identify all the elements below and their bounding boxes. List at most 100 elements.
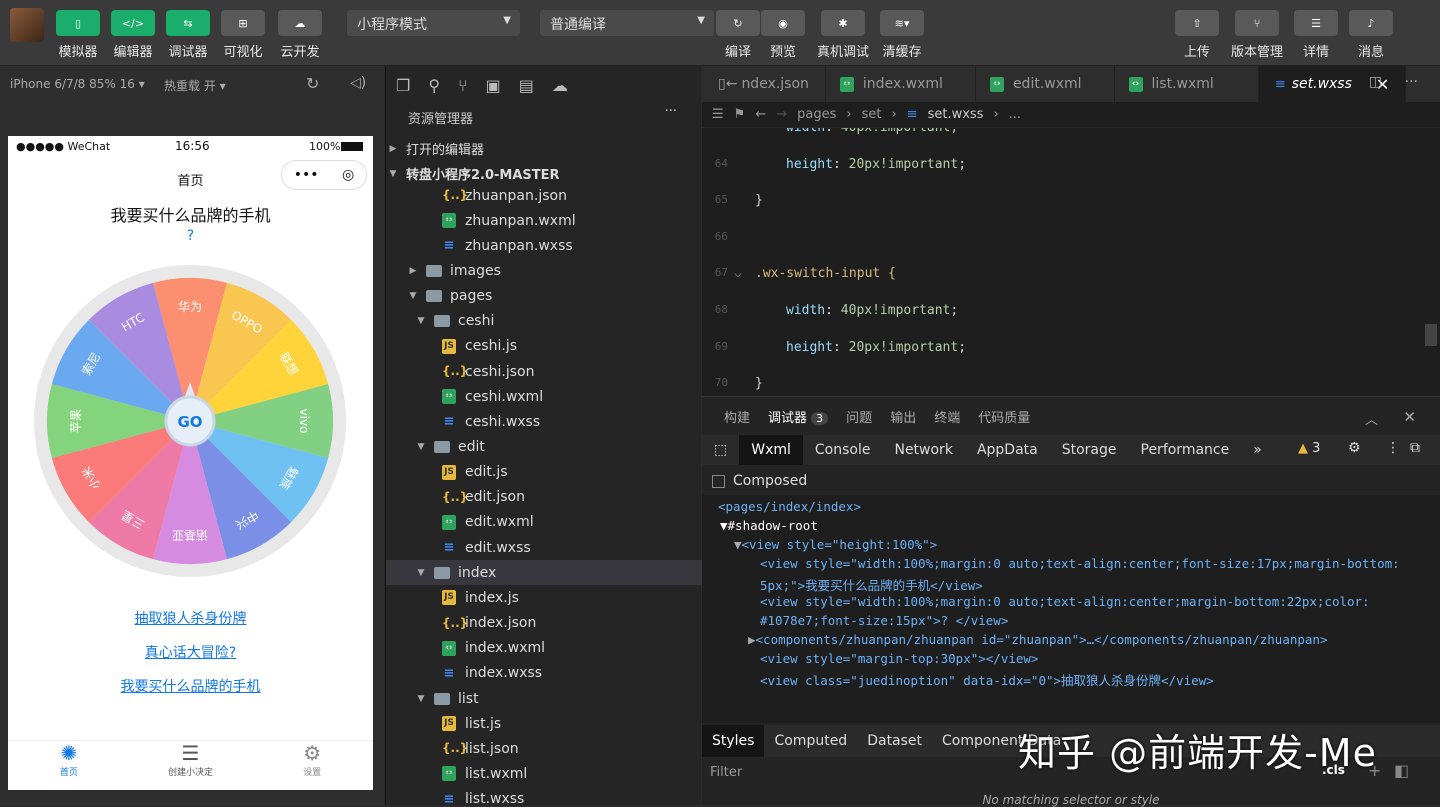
list-item[interactable]: {..} edit.json <box>386 485 702 510</box>
close-icon[interactable]: ✕ <box>1403 408 1416 426</box>
capsule-menu[interactable]: ••• ◎ <box>281 160 367 190</box>
search-icon[interactable]: ⚲ <box>428 76 440 95</box>
list-item[interactable]: {..} ceshi.json <box>386 359 702 384</box>
more-icon[interactable]: ··· <box>1405 74 1418 90</box>
tab-build[interactable]: 构建 <box>724 407 750 426</box>
files-icon[interactable]: ❐ <box>396 76 410 95</box>
list-item[interactable]: ▼ ceshi <box>386 309 702 334</box>
spin-wheel[interactable]: 华为OPPO联想vivo魅族中兴诺基亚三星小米苹果索尼HTC GO <box>33 264 347 578</box>
simulator-button[interactable]: ▯ 模拟器 <box>48 10 108 60</box>
list-item[interactable]: ≡ zhuanpan.wxss <box>386 233 702 258</box>
tab-index-json[interactable]: ▯← ndex.json <box>702 66 826 102</box>
link-werewolf[interactable]: 抽取狼人杀身份牌 <box>8 608 373 628</box>
xml-node[interactable]: <view class="juedinoption" data-idx="0">… <box>760 670 1440 689</box>
tab-dataset[interactable]: Dataset <box>857 725 932 757</box>
cloud-button[interactable]: ☁ 云开发 <box>270 10 330 60</box>
rotate-icon[interactable]: ↻ <box>306 74 319 93</box>
crumb-pages[interactable]: pages <box>797 107 836 122</box>
tab-performance[interactable]: Performance <box>1129 435 1242 465</box>
split-editor-icon[interactable]: ◫ <box>1369 74 1382 90</box>
composed-toggle[interactable]: Composed <box>712 473 807 489</box>
filter-input[interactable]: Filter <box>710 765 742 780</box>
chevron-up-icon[interactable]: ︿ <box>1365 409 1378 428</box>
tab-edit-wxml[interactable]: ‹› edit.wxml <box>976 66 1115 102</box>
tab-set-wxss[interactable]: ≡ set.wxss ✕ <box>1258 66 1407 102</box>
tab-home[interactable]: ✺ 首页 <box>8 741 130 790</box>
list-item[interactable]: ▼ index <box>386 560 702 586</box>
list-item[interactable]: {..} index.json <box>386 611 702 636</box>
list-item[interactable]: ▶ images <box>386 258 702 283</box>
xml-node[interactable]: <view style="width:100%;margin:0 auto;te… <box>760 594 1440 609</box>
tab-code-quality[interactable]: 代码质量 <box>978 407 1030 426</box>
tab-output[interactable]: 输出 <box>890 407 916 426</box>
list-item[interactable]: ‹› index.wxml <box>386 636 702 661</box>
storage-icon[interactable]: ▤ <box>519 76 534 95</box>
version-button[interactable]: ⑂ 版本管理 <box>1227 10 1287 60</box>
code-area[interactable]: width: 40px!important; 64height: 20px!imp… <box>702 128 1422 396</box>
list-item[interactable]: ≡ edit.wxss <box>386 535 702 560</box>
tab-wxml[interactable]: Wxml <box>739 435 803 465</box>
tab-network[interactable]: Network <box>882 435 964 465</box>
messages-button[interactable]: ♪ 消息 <box>1341 10 1401 60</box>
warning-indicator[interactable]: ▲ 3 <box>1298 441 1320 456</box>
list-item[interactable]: ‹› zhuanpan.wxml <box>386 208 702 233</box>
list-item[interactable]: ▼ pages <box>386 284 702 309</box>
xml-node[interactable]: #1078e7;font-size:15px">? </view> <box>760 613 1440 628</box>
sidebar-toggle-icon[interactable]: ◧ <box>1394 761 1409 780</box>
avatar[interactable] <box>10 8 44 42</box>
fold-icon[interactable]: ⌵ <box>734 266 742 281</box>
list-item[interactable]: ‹› ceshi.wxml <box>386 384 702 409</box>
tab-storage[interactable]: Storage <box>1050 435 1129 465</box>
tab-settings[interactable]: ⚙ 设置 <box>251 741 373 790</box>
more-tabs-icon[interactable]: » <box>1241 435 1274 465</box>
list-item[interactable]: ≡ index.wxss <box>386 661 702 686</box>
list-item[interactable]: ≡ ceshi.wxss <box>386 409 702 434</box>
link-phone-brand[interactable]: 我要买什么品牌的手机 <box>8 676 373 696</box>
xml-node[interactable]: 5px;">我要买什么品牌的手机</view> <box>760 575 1440 594</box>
tab-create[interactable]: ☰ 创建小决定 <box>130 741 252 790</box>
tab-console[interactable]: Console <box>803 435 883 465</box>
mute-icon[interactable]: ◁) <box>350 75 366 91</box>
inspect-icon[interactable]: ⬚ <box>702 442 739 458</box>
tab-index-wxml[interactable]: ‹› index.wxml <box>826 66 976 102</box>
xml-node[interactable]: <view style="margin-top:30px"></view> <box>760 651 1440 666</box>
xml-root[interactable]: <pages/index/index> <box>718 499 1440 514</box>
tab-styles[interactable]: Styles <box>702 725 765 757</box>
tab-problems[interactable]: 问题 <box>846 407 872 426</box>
preview-button[interactable]: ◉ 预览 <box>753 10 813 60</box>
forward-icon[interactable]: → <box>776 107 787 122</box>
mode-select[interactable]: 小程序模式 ▼ <box>347 10 520 36</box>
back-icon[interactable]: ← <box>755 107 766 122</box>
list-item[interactable]: JS ceshi.js <box>386 334 702 359</box>
crumb-set[interactable]: set <box>862 107 882 122</box>
list-item[interactable]: ‹› list.wxml <box>386 761 702 786</box>
list-item[interactable]: ≡ list.wxss <box>386 787 702 805</box>
tab-list-wxml[interactable]: ‹› list.wxml <box>1115 66 1259 102</box>
bookmark-icon[interactable]: ⚑ <box>734 107 746 122</box>
list-item[interactable]: JS edit.js <box>386 460 702 485</box>
list-item[interactable]: JS list.js <box>386 711 702 736</box>
tab-debugger[interactable]: 调试器 3 <box>768 407 829 426</box>
clear-cache-button[interactable]: ≋▾ 清缓存 <box>872 10 932 60</box>
checkbox[interactable] <box>712 474 725 488</box>
cloud-dev-icon[interactable]: ☁ <box>552 76 568 95</box>
extensions-icon[interactable]: ▣ <box>486 76 501 95</box>
hot-reload-select[interactable]: 热重载 开 ▾ <box>164 77 226 94</box>
visual-button[interactable]: ⊞ 可视化 <box>213 10 273 60</box>
tab-appdata[interactable]: AppData <box>965 435 1050 465</box>
gear-icon[interactable]: ⚙ <box>1348 440 1361 456</box>
list-item[interactable]: {..} zhuanpan.json <box>386 183 702 208</box>
list-icon[interactable]: ☰ <box>712 107 724 122</box>
editor-button[interactable]: </> 编辑器 <box>103 10 163 60</box>
real-debug-button[interactable]: ✱ 真机调试 <box>813 10 873 60</box>
xml-node[interactable]: ▼<view style="height:100%"> <box>734 537 1440 552</box>
tab-terminal[interactable]: 终端 <box>934 407 960 426</box>
scrollbar[interactable] <box>1425 324 1437 346</box>
compile-mode-select[interactable]: 普通编译 ▼ <box>540 10 714 36</box>
device-select[interactable]: iPhone 6/7/8 85% 16 ▾ <box>10 77 145 91</box>
list-item[interactable]: ‹› edit.wxml <box>386 510 702 535</box>
link-truth-dare[interactable]: 真心话大冒险? <box>8 642 373 662</box>
tab-computed[interactable]: Computed <box>764 725 857 757</box>
details-button[interactable]: ☰ 详情 <box>1286 10 1346 60</box>
xml-node[interactable]: ▶<components/zhuanpan/zhuanpan id="zhuan… <box>748 632 1440 647</box>
